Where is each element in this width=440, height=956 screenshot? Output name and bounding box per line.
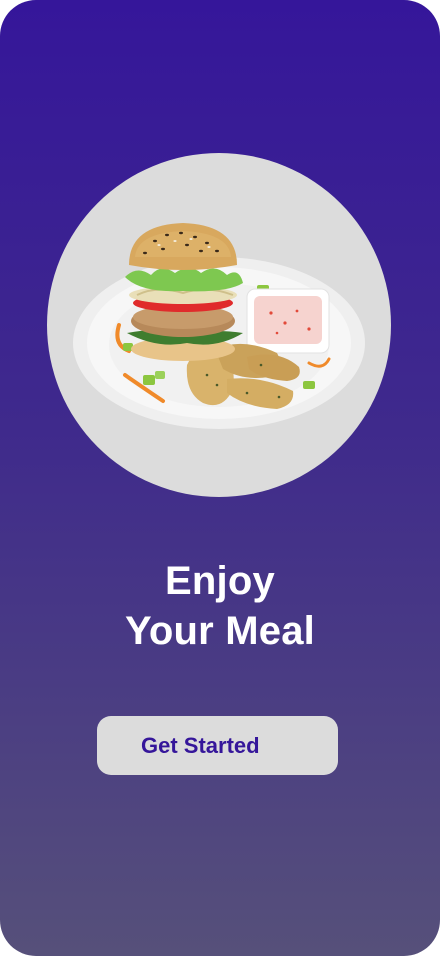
onboarding-screen: Enjoy Your Meal Get Started [0,0,440,956]
headline: Enjoy Your Meal [0,556,440,656]
burger-plate-image [73,223,365,429]
hero-image-circle [47,153,391,497]
get-started-button[interactable]: Get Started [97,716,338,775]
headline-line-2: Your Meal [125,609,315,653]
headline-line-1: Enjoy [165,559,275,603]
